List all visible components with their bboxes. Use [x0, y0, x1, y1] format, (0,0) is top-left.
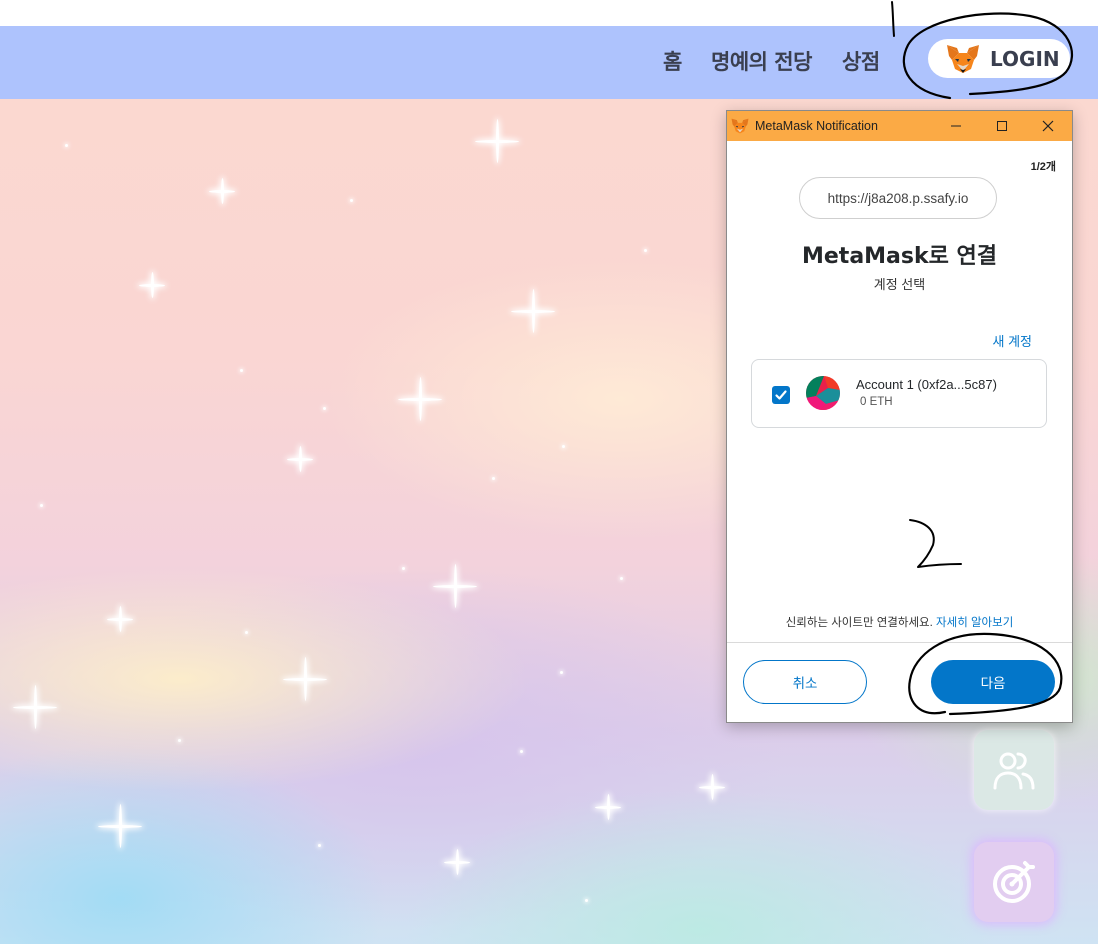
nav-home-link[interactable]: 홈	[663, 46, 682, 76]
metamask-fox-icon	[947, 44, 979, 73]
minimize-icon	[951, 125, 961, 127]
top-strip	[0, 0, 1098, 26]
account-balance: 0 ETH	[860, 396, 893, 408]
close-icon	[1042, 120, 1054, 132]
metamask-notification-window: MetaMask Notification 1/2개 https://j8a20…	[726, 110, 1073, 723]
window-titlebar[interactable]: MetaMask Notification	[727, 111, 1072, 141]
nav-shop-link[interactable]: 상점	[842, 46, 880, 76]
metamask-fox-icon	[731, 118, 749, 134]
maximize-icon	[997, 121, 1007, 131]
next-button[interactable]: 다음	[931, 660, 1055, 704]
close-button[interactable]	[1035, 115, 1061, 137]
new-account-link[interactable]: 새 계정	[993, 331, 1033, 350]
cancel-button[interactable]: 취소	[743, 660, 867, 704]
trust-note-text: 신뢰하는 사이트만 연결하세요.	[785, 617, 933, 629]
footer-divider	[727, 642, 1072, 643]
account-list-item[interactable]: Account 1 (0xf2a...5c87) 0 ETH	[751, 359, 1047, 428]
site-url-pill: https://j8a208.p.ssafy.io	[799, 177, 997, 219]
select-account-subheading: 계정 선택	[873, 277, 926, 292]
trust-note: 신뢰하는 사이트만 연결하세요. 자세히 알아보기	[727, 614, 1072, 630]
friends-button[interactable]	[974, 730, 1054, 810]
account-avatar-icon	[806, 376, 840, 410]
learn-more-link[interactable]: 자세히 알아보기	[936, 617, 1013, 629]
quest-button[interactable]	[974, 842, 1054, 922]
navbar: 홈 명예의 전당 상점 LOGIN	[0, 26, 1098, 99]
account-checkbox[interactable]	[772, 386, 790, 404]
users-icon	[993, 752, 1035, 790]
connect-heading: MetaMask로 연결	[801, 244, 998, 269]
nav-hall-of-fame-link[interactable]: 명예의 전당	[711, 46, 812, 76]
login-label: LOGIN	[990, 46, 1060, 71]
login-button[interactable]: LOGIN	[928, 39, 1070, 78]
window-title: MetaMask Notification	[755, 119, 878, 133]
account-name: Account 1 (0xf2a...5c87)	[856, 377, 997, 392]
minimize-button[interactable]	[943, 115, 969, 137]
target-icon	[993, 861, 1035, 903]
request-pager: 1/2개	[1030, 161, 1056, 173]
checkmark-icon	[775, 390, 787, 400]
maximize-button[interactable]	[989, 115, 1015, 137]
